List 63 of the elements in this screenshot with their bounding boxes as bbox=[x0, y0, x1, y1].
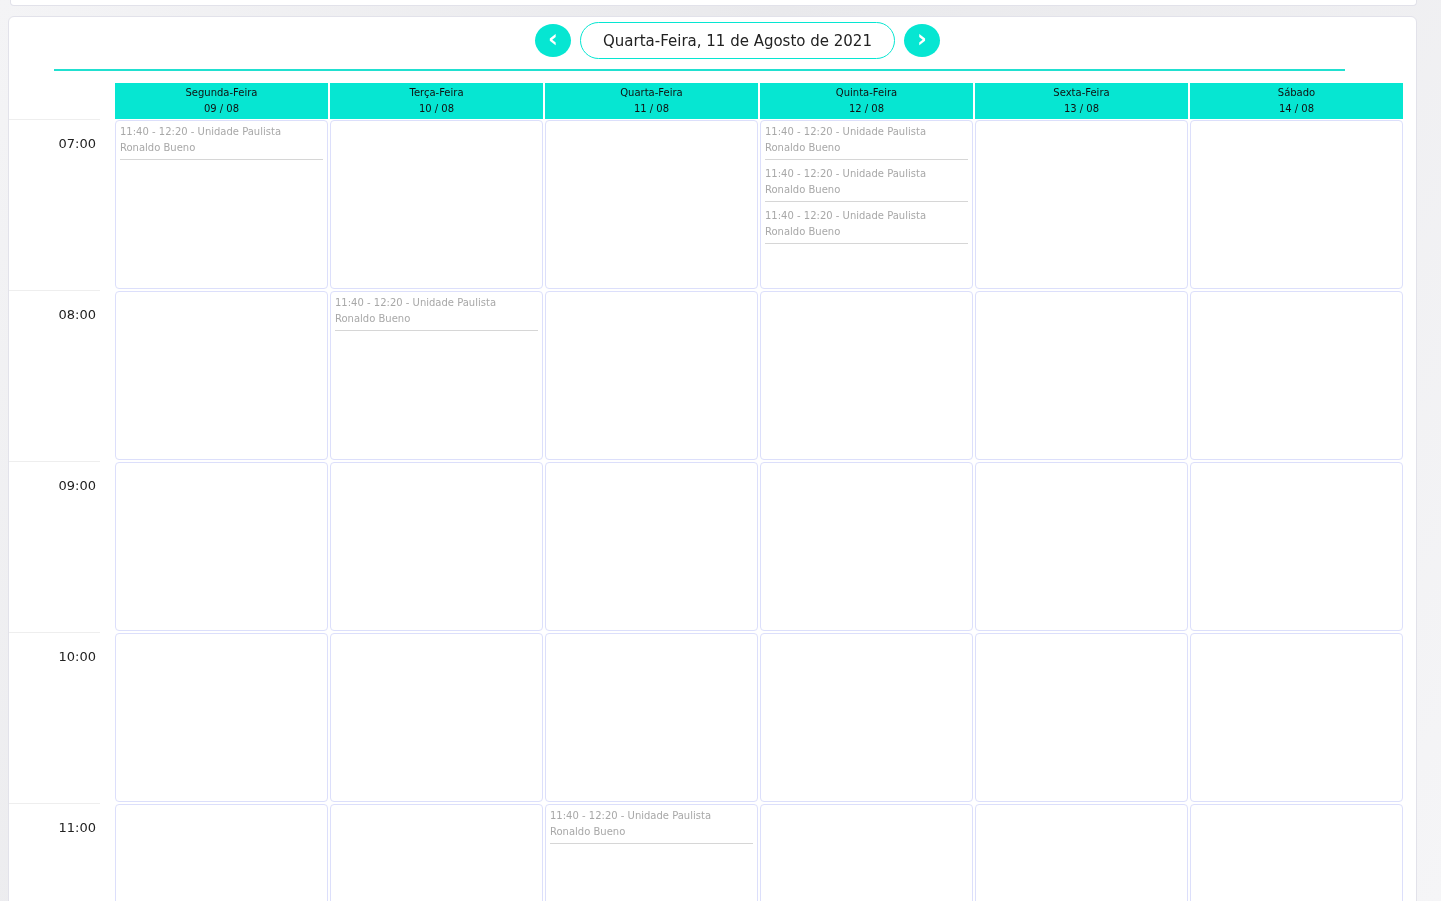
appointment-time: 11:40 - 12:20 - Unidade Paulista bbox=[550, 809, 713, 823]
time-slot[interactable] bbox=[1190, 462, 1403, 631]
day-date: 13 / 08 bbox=[1063, 102, 1100, 116]
hour-label: 08:00 bbox=[57, 307, 97, 322]
weekday-label: Quinta-Feira bbox=[835, 86, 898, 100]
weekday-label: Sábado bbox=[1277, 86, 1316, 100]
hour-label: 10:00 bbox=[57, 649, 97, 664]
time-slot[interactable] bbox=[545, 291, 758, 460]
time-slot[interactable]: 11:40 - 12:20 - Unidade Paulista Ronaldo Bueno 11:40 - 12:20 - Unidade Paulista Ronaldo Bueno 11:40 - 12:20 - Unidade Paulista Ronaldo Bueno bbox=[760, 120, 973, 289]
time-slot[interactable] bbox=[1190, 291, 1403, 460]
appointment-time: 11:40 - 12:20 - Unidade Paulista bbox=[765, 167, 928, 181]
previous-button[interactable]: ‹ bbox=[535, 24, 572, 57]
time-slot[interactable] bbox=[545, 462, 758, 631]
day-date: 10 / 08 bbox=[418, 102, 455, 116]
appointment-time: 11:40 - 12:20 - Unidade Paulista bbox=[335, 296, 498, 310]
time-slot[interactable] bbox=[1190, 633, 1403, 802]
appointment-time: 11:40 - 12:20 - Unidade Paulista bbox=[120, 125, 283, 139]
time-slot[interactable]: 11:40 - 12:20 - Unidade Paulista Ronaldo Bueno bbox=[545, 804, 758, 901]
weekday-label: Terça-Feira bbox=[409, 86, 464, 100]
patient-name: Ronaldo Bueno bbox=[120, 141, 197, 155]
time-slot[interactable] bbox=[1190, 120, 1403, 289]
time-slot[interactable] bbox=[975, 120, 1188, 289]
time-slot[interactable] bbox=[975, 291, 1188, 460]
time-slot[interactable]: 11:40 - 12:20 - Unidade Paulista Ronaldo Bueno bbox=[330, 291, 543, 460]
appointment[interactable]: 11:40 - 12:20 - Unidade Paulista Ronaldo Bueno bbox=[765, 205, 968, 244]
time-slot[interactable]: 11:40 - 12:20 - Unidade Paulista Ronaldo Bueno bbox=[115, 120, 328, 289]
next-button[interactable]: › bbox=[903, 24, 940, 57]
time-slot[interactable] bbox=[545, 633, 758, 802]
day-date: 09 / 08 bbox=[203, 102, 240, 116]
time-slot[interactable] bbox=[115, 462, 328, 631]
time-slot[interactable] bbox=[330, 633, 543, 802]
time-slot[interactable] bbox=[975, 462, 1188, 631]
patient-name: Ronaldo Bueno bbox=[765, 225, 842, 239]
hour-label: 07:00 bbox=[57, 136, 97, 151]
time-slot[interactable] bbox=[760, 462, 973, 631]
day-date: 14 / 08 bbox=[1278, 102, 1315, 116]
appointment[interactable]: 11:40 - 12:20 - Unidade Paulista Ronaldo Bueno bbox=[765, 163, 968, 202]
day-date: 12 / 08 bbox=[848, 102, 885, 116]
weekday-label: Sexta-Feira bbox=[1053, 86, 1110, 100]
appointment[interactable]: 11:40 - 12:20 - Unidade Paulista Ronaldo Bueno bbox=[120, 121, 323, 160]
hour-label: 11:00 bbox=[57, 820, 97, 835]
time-slot[interactable] bbox=[115, 633, 328, 802]
time-slot[interactable] bbox=[330, 120, 543, 289]
time-slot[interactable] bbox=[760, 633, 973, 802]
date-selector[interactable]: Quarta-Feira, 11 de Agosto de 2021 bbox=[580, 22, 895, 59]
time-slot[interactable] bbox=[115, 291, 328, 460]
patient-name: Ronaldo Bueno bbox=[550, 825, 627, 839]
weekday-label: Quarta-Feira bbox=[620, 86, 683, 100]
time-slot[interactable] bbox=[760, 291, 973, 460]
patient-name: Ronaldo Bueno bbox=[335, 312, 412, 326]
appointment-time: 11:40 - 12:20 - Unidade Paulista bbox=[765, 125, 928, 139]
time-slot[interactable] bbox=[545, 120, 758, 289]
weekday-label: Segunda-Feira bbox=[185, 86, 258, 100]
hour-label: 09:00 bbox=[57, 478, 97, 493]
patient-name: Ronaldo Bueno bbox=[765, 183, 842, 197]
time-slot[interactable] bbox=[975, 633, 1188, 802]
appointment[interactable]: 11:40 - 12:20 - Unidade Paulista Ronaldo Bueno bbox=[550, 805, 753, 844]
patient-name: Ronaldo Bueno bbox=[765, 141, 842, 155]
appointment[interactable]: 11:40 - 12:20 - Unidade Paulista Ronaldo Bueno bbox=[765, 121, 968, 160]
time-slot[interactable] bbox=[330, 462, 543, 631]
appointment[interactable]: 11:40 - 12:20 - Unidade Paulista Ronaldo Bueno bbox=[335, 292, 538, 331]
day-date: 11 / 08 bbox=[633, 102, 670, 116]
appointment-time: 11:40 - 12:20 - Unidade Paulista bbox=[765, 209, 928, 223]
